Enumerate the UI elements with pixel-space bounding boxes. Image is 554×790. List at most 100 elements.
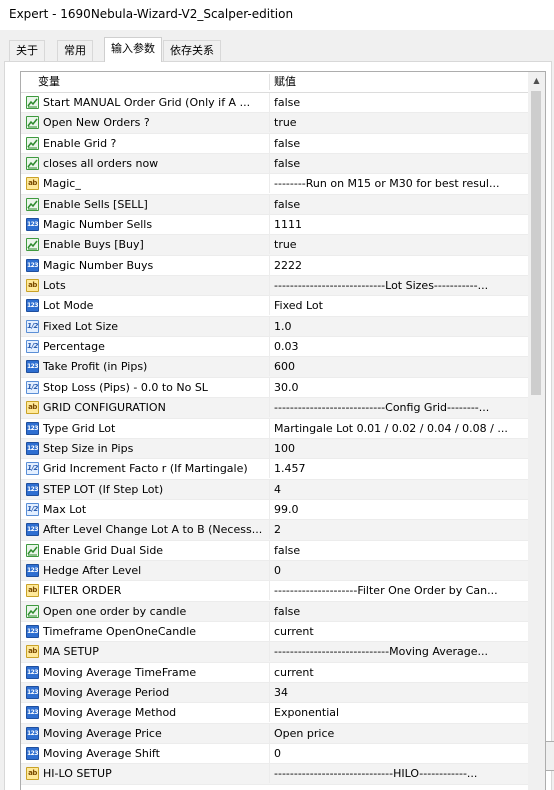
table-row[interactable]: closes all orders now false (21, 154, 528, 175)
cell-divider (269, 93, 270, 112)
variable-name: Enable Buys [Buy] (43, 238, 144, 252)
variable-value[interactable]: Open price (274, 724, 526, 743)
string-icon: ab (26, 279, 39, 293)
table-row[interactable]: 123 Timeframe OpenOneCandle current (21, 621, 528, 643)
table-row[interactable]: 123 Moving Average Price Open price (21, 723, 528, 744)
table-row[interactable]: Start MANUAL Order Grid (Only if A ... fa… (21, 93, 528, 114)
table-row[interactable]: 123 Step Size in Pips 100 (21, 438, 528, 460)
tab-about[interactable]: 关于 (9, 40, 45, 61)
table-row[interactable]: ab Magic_ --------Run on M15 or M30 for be… (21, 174, 528, 195)
variable-value[interactable]: 2222 (274, 256, 526, 275)
cell-divider (269, 194, 270, 214)
variable-value[interactable]: ---------------------Filter One Order by… (274, 581, 526, 600)
cell-divider (269, 113, 270, 133)
variable-value[interactable]: --------Run on M15 or M30 for best resul… (274, 174, 526, 193)
table-row[interactable]: 1/2 Percentage 0.03 (21, 337, 528, 358)
table-row[interactable]: 123 Moving Average TimeFrame current (21, 662, 528, 683)
table-row[interactable]: 1/2 Stop Loss (Pips) - 0.0 to No SL 30.0 (21, 377, 528, 399)
variable-value[interactable]: Exponential (274, 703, 526, 722)
scroll-up-arrow-icon[interactable]: ▲ (528, 72, 545, 89)
variable-value[interactable]: 1.0 (274, 317, 526, 336)
variable-value[interactable]: 99.0 (274, 500, 526, 519)
grid-rows: Start MANUAL Order Grid (Only if A ... fa… (21, 93, 528, 785)
variable-value[interactable]: false (274, 154, 526, 173)
table-row[interactable]: Enable Grid ? false (21, 133, 528, 155)
table-row[interactable]: 123 Hedge After Level 0 (21, 560, 528, 582)
table-row[interactable]: 123 Magic Number Sells 1111 (21, 215, 528, 236)
table-row[interactable]: Enable Grid Dual Side false (21, 540, 528, 561)
variable-name: Open one order by candle (43, 604, 187, 618)
table-row[interactable]: Open New Orders ? true (21, 113, 528, 134)
variable-value[interactable]: 2 (274, 520, 526, 539)
table-row[interactable]: 123 After Level Change Lot A to B (Necess… (21, 520, 528, 541)
table-row[interactable]: Enable Buys [Buy] true (21, 235, 528, 256)
table-row[interactable]: 1/2 Max Lot 99.0 (21, 499, 528, 521)
variable-value[interactable]: -----------------------------Moving Aver… (274, 642, 526, 661)
variable-name: Lot Mode (43, 299, 94, 313)
variable-name: After Level Change Lot A to B (Necess... (43, 523, 263, 537)
variable-value[interactable]: 0.03 (274, 337, 526, 356)
column-header-variable[interactable]: 变量 (38, 72, 60, 92)
table-row[interactable]: ab HI-LO SETUP ---------------------------… (21, 764, 528, 785)
tab-dependencies[interactable]: 依存关系 (163, 40, 221, 61)
variable-name: Timeframe OpenOneCandle (43, 624, 197, 638)
variable-value[interactable]: false (274, 541, 526, 560)
variable-value[interactable]: ----------------------------Lot Sizes---… (274, 276, 526, 295)
cell-divider (269, 601, 270, 621)
variable-value[interactable]: 4 (274, 480, 526, 499)
cell-divider (269, 642, 270, 662)
variable-name: Moving Average Price (43, 726, 162, 740)
table-row[interactable]: ab GRID CONFIGURATION --------------------… (21, 398, 528, 419)
variable-name: GRID CONFIGURATION (43, 401, 166, 415)
tab-inputs[interactable]: 输入参数 (104, 37, 162, 62)
variable-value[interactable]: 100 (274, 439, 526, 458)
table-row[interactable]: Enable Sells [SELL] false (21, 194, 528, 216)
table-row[interactable]: 123 Moving Average Period 34 (21, 682, 528, 704)
table-row[interactable]: ab MA SETUP -----------------------------M… (21, 642, 528, 663)
variable-value[interactable]: 0 (274, 561, 526, 580)
scrollbar-thumb[interactable] (531, 91, 541, 395)
table-row[interactable]: 1/2 Fixed Lot Size 1.0 (21, 316, 528, 338)
cell-divider (269, 723, 270, 743)
variable-value[interactable]: false (274, 195, 526, 214)
variable-value[interactable]: Martingale Lot 0.01 / 0.02 / 0.04 / 0.08… (274, 419, 526, 438)
variable-value[interactable]: 0 (274, 744, 526, 763)
variable-value[interactable]: ----------------------------Config Grid-… (274, 398, 526, 417)
cell-divider (269, 438, 270, 458)
bool-icon (26, 197, 39, 211)
table-row[interactable]: 123 Moving Average Shift 0 (21, 744, 528, 765)
column-header-value[interactable]: 赋值 (274, 72, 296, 92)
table-row[interactable]: Open one order by candle false (21, 601, 528, 622)
column-divider[interactable] (269, 74, 270, 90)
variable-value[interactable]: false (274, 93, 526, 112)
table-row[interactable]: ab FILTER ORDER ---------------------Filte… (21, 581, 528, 602)
table-row[interactable]: ab Lots ----------------------------Lot Si… (21, 276, 528, 297)
cell-divider (269, 357, 270, 377)
side-button[interactable] (545, 741, 554, 771)
variable-value[interactable]: 1111 (274, 215, 526, 234)
bool-icon (26, 604, 39, 618)
table-row[interactable]: 123 Lot Mode Fixed Lot (21, 296, 528, 317)
table-row[interactable]: 123 Magic Number Buys 2222 (21, 255, 528, 277)
variable-value[interactable]: Fixed Lot (274, 296, 526, 315)
table-row[interactable]: 123 Type Grid Lot Martingale Lot 0.01 / 0.… (21, 418, 528, 439)
variable-value[interactable]: false (274, 602, 526, 621)
table-row[interactable]: 123 STEP LOT (If Step Lot) 4 (21, 479, 528, 500)
vertical-scrollbar[interactable]: ▲ (528, 72, 545, 790)
cell-divider (269, 398, 270, 418)
variable-value[interactable]: ------------------------------HILO------… (274, 764, 526, 783)
bool-icon (26, 157, 39, 171)
variable-value[interactable]: true (274, 113, 526, 132)
variable-value[interactable]: current (274, 663, 526, 682)
table-row[interactable]: 123 Moving Average Method Exponential (21, 703, 528, 724)
tab-common[interactable]: 常用 (57, 40, 93, 61)
variable-value[interactable]: 1.457 (274, 459, 526, 478)
variable-value[interactable]: 34 (274, 683, 526, 702)
variable-value[interactable]: 600 (274, 357, 526, 376)
variable-value[interactable]: true (274, 235, 526, 254)
variable-value[interactable]: current (274, 622, 526, 641)
variable-value[interactable]: false (274, 134, 526, 153)
table-row[interactable]: 1/2 Grid Increment Facto r (If Martingale… (21, 459, 528, 480)
variable-value[interactable]: 30.0 (274, 378, 526, 397)
table-row[interactable]: 123 Take Profit (in Pips) 600 (21, 357, 528, 378)
